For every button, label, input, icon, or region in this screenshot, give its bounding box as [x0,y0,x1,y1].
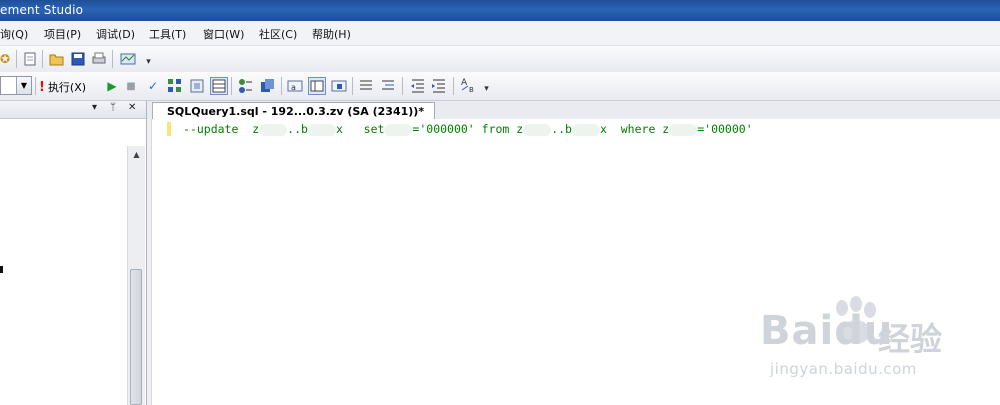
toolbar-separator [402,77,403,95]
pane-header: ▾ ᛘ ✕ [0,101,146,119]
sql-editor-toolbar: ▶ ■ ✓ a AB ▾ [0,72,1000,101]
toolbar-separator [112,50,113,68]
redacted-blur [384,123,413,136]
parse-check-icon[interactable]: ✓ [145,78,161,94]
menu-community[interactable]: 社区(C) [259,26,297,42]
execute-button[interactable]: ! 执行(X) [39,79,86,95]
standard-toolbar: ✪ ▾ [0,46,1000,73]
toolbar-separator [42,50,43,68]
menu-bar: 询(Q) 项目(P) 调试(D) 工具(T) 窗口(W) 社区(C) 帮助(H) [0,21,1000,46]
redacted-blur [523,123,552,136]
execute-label: 执行(X) [47,81,87,94]
toolbar-separator [352,77,353,95]
new-query-icon[interactable] [22,51,38,67]
close-icon[interactable]: ✕ [128,102,136,113]
display-plan-icon[interactable] [167,78,183,94]
pin-icon[interactable]: ᛘ [110,102,116,113]
window-title: ement Studio [0,3,84,17]
scroll-up-icon[interactable]: ▲ [130,149,143,161]
results-to-file-icon[interactable] [331,78,347,94]
redacted-blur [307,123,336,136]
menu-help[interactable]: 帮助(H) [312,26,351,42]
execute-icon: ! [39,79,45,95]
watermark-brand: Baidu [760,308,894,354]
query-options-icon[interactable] [189,78,205,94]
vertical-scrollbar[interactable]: ▲ [127,146,145,405]
redacted-blur [571,123,600,136]
code-part: x where z [599,122,670,136]
code-part: ='00000' [697,122,753,136]
toolbar-separator [453,77,454,95]
results-to-text-icon[interactable]: a [287,78,303,94]
object-explorer-pane: ▾ ᛘ ✕ ▲ [0,101,147,405]
client-statistics-icon[interactable] [259,78,275,94]
toolbar-separator [35,77,36,95]
menu-window[interactable]: 窗口(W) [203,26,244,42]
title-bar: ement Studio [0,0,1000,21]
change-marker [167,122,171,136]
menu-tools[interactable]: 工具(T) [149,26,186,42]
redacted-blur [669,123,698,136]
svg-text:B: B [469,86,474,94]
uncomment-icon[interactable] [380,78,396,94]
watermark-url: jingyan.baidu.com [770,360,917,378]
open-folder-icon[interactable] [49,51,65,67]
svg-text:a: a [291,83,296,92]
results-grid-active-icon[interactable] [308,77,326,95]
pane-menu-chevron-icon[interactable]: ▾ [92,102,97,113]
code-line[interactable]: --update z ..b x set ='000000' from z ..b x w… [183,122,753,136]
baidu-jingyan-watermark: Baidu 经验 jingyan.baidu.com [760,294,1000,394]
toolbar-overflow-icon[interactable]: ▾ [144,57,153,71]
print-icon[interactable] [91,51,107,67]
code-part: ..b [551,122,572,136]
code-part: --update z [183,122,260,136]
code-part: ..b [287,122,308,136]
connect-icon[interactable]: ✪ [0,51,13,67]
include-plan-icon[interactable] [238,78,254,94]
editor-gutter [147,119,152,405]
menu-debug[interactable]: 调试(D) [96,26,135,42]
code-part: ='000000' from z [412,122,524,136]
toolbar-separator [281,77,282,95]
debug-play-icon[interactable]: ▶ [104,78,120,94]
toolbar-separator [231,77,232,95]
code-part: x set [335,122,385,136]
chevron-down-icon[interactable]: ▼ [16,77,31,94]
toolbar-separator [16,50,17,68]
watermark-brand-cn: 经验 [878,320,943,358]
save-icon[interactable] [70,51,86,67]
tree-node-fragment[interactable] [0,266,3,273]
menu-query[interactable]: 询(Q) [0,26,28,42]
stop-icon[interactable]: ■ [123,78,139,94]
menu-project[interactable]: 项目(P) [44,26,81,42]
increase-indent-icon[interactable] [431,78,447,94]
comment-out-icon[interactable] [358,78,374,94]
activity-monitor-icon[interactable] [120,51,136,67]
database-dropdown[interactable]: ▼ [0,76,32,95]
results-to-grid-icon[interactable] [210,77,228,95]
specify-values-icon[interactable]: AB [460,77,476,94]
toolbar-overflow-icon[interactable]: ▾ [482,84,491,98]
document-tab-strip: SQLQuery1.sql - 192...0.3.zv (SA (2341))… [147,101,1000,120]
tab-sqlquery1[interactable]: SQLQuery1.sql - 192...0.3.zv (SA (2341))… [152,102,436,120]
decrease-indent-icon[interactable] [410,78,426,94]
scrollbar-thumb[interactable] [130,269,142,405]
redacted-blur [259,123,288,136]
